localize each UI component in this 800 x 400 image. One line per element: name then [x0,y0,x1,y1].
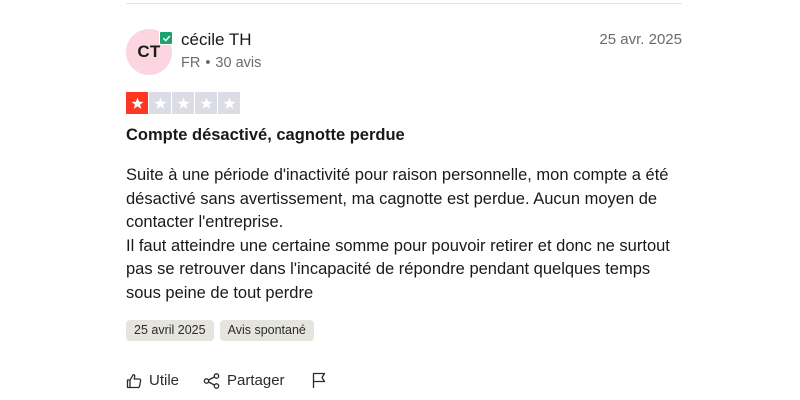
verified-check-icon [159,31,173,45]
share-icon [203,372,220,389]
share-button[interactable]: Partager [203,372,285,389]
avatar-initials: CT [137,42,161,61]
report-button[interactable] [311,372,327,389]
author-name[interactable]: cécile TH [181,30,252,50]
review-body-paragraph: Suite à une période d'inactivité pour ra… [126,166,669,231]
thumbs-up-icon [126,373,142,389]
share-label: Partager [227,372,285,389]
author-review-count: 30 avis [215,55,262,71]
review-tags: 25 avril 2025 Avis spontané [126,320,314,341]
review-type-tag[interactable]: Avis spontané [219,320,314,341]
review-card: CT cécile TH FR • 30 avis 25 avr. 2025 Com… [126,0,682,400]
review-body-paragraph: Il faut atteindre une certaine somme pou… [126,236,670,302]
star-icon [195,92,217,114]
review-actions: Utile Partager [126,372,327,389]
star-icon [218,92,240,114]
useful-button[interactable]: Utile [126,372,179,389]
review-body: Suite à une période d'inactivité pour ra… [126,164,686,305]
review-date: 25 avr. 2025 [599,31,682,48]
author-country: FR [181,55,201,71]
star-icon [172,92,194,114]
star-rating [126,92,240,114]
review-title[interactable]: Compte désactivé, cagnotte perdue [126,126,405,145]
experience-date-tag: 25 avril 2025 [126,320,214,341]
author-meta: FR • 30 avis [181,55,261,71]
flag-icon [311,372,327,389]
star-icon [149,92,171,114]
useful-label: Utile [149,372,180,389]
star-icon [126,92,148,114]
meta-separator: • [205,55,211,71]
